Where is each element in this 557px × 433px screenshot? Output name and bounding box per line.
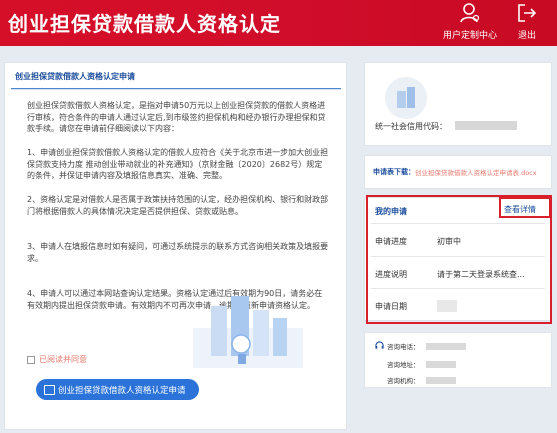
apply-button-label: 创业担保贷款借款人资格认定申请 xyxy=(58,385,186,396)
download-form-link[interactable]: 创业担保贷款借款人资格认定申请表.docx xyxy=(415,167,537,177)
agree-label: 已阅读并同意 xyxy=(39,355,87,364)
company-avatar-icon xyxy=(385,77,427,119)
apply-button[interactable]: 创业担保贷款借款人资格认定申请 xyxy=(36,379,199,400)
agree-row[interactable]: 已阅读并同意 xyxy=(27,354,87,365)
panel-title: 创业担保贷款借款人资格认定申请 xyxy=(15,72,135,81)
exit-label: 退出 xyxy=(517,31,536,41)
credit-code-label: 统一社会信用代码： xyxy=(375,122,447,131)
exit-button[interactable]: 退出 xyxy=(510,2,544,44)
contact-org-label: 咨询机构： xyxy=(387,377,420,385)
contact-org: 咨询机构： xyxy=(387,375,456,385)
page-title: 创业担保贷款借款人资格认定 xyxy=(8,12,281,36)
user-center-button[interactable]: 用户定制中心 xyxy=(436,2,504,44)
highlight-box-detail xyxy=(499,197,551,218)
contact-phone-value xyxy=(425,342,466,350)
intro-paragraph: 创业担保贷款借款人资格认定，是指对申请50万元以上创业担保贷款的借款人资格进行审… xyxy=(27,101,326,133)
download-panel: 申请表下载： 创业担保贷款借款人资格认定申请表.docx xyxy=(364,155,552,189)
contact-address-value xyxy=(425,360,456,368)
app-header: 创业担保贷款借款人资格认定 用户定制中心 退出 xyxy=(0,0,557,46)
credit-code-value xyxy=(455,121,517,130)
rule-1: 1、申请创业担保贷款借款人资格认定的借款人应符合《关于北京市进一步加大创业担保贷… xyxy=(27,148,329,180)
company-panel: 统一社会信用代码： xyxy=(364,62,552,146)
download-label: 申请表下载： xyxy=(373,168,415,176)
title-divider-shadow xyxy=(11,89,341,90)
contact-address: 咨询地址： xyxy=(387,359,456,369)
contact-org-value xyxy=(425,376,456,384)
application-info-panel: 创业担保贷款借款人资格认定申请 创业担保贷款借款人资格认定，是指对申请50万元以… xyxy=(4,62,347,430)
contact-panel: 咨询电话： 咨询地址： 咨询机构： xyxy=(364,332,552,388)
user-center-label: 用户定制中心 xyxy=(442,31,497,41)
rule-2: 2、资格认定是对借款人是否属于政策扶持范围的认定，经办担保机构、银行和财政部门将… xyxy=(27,195,329,216)
rule-3: 3、申请人在填报信息时如有疑问，可通过系统提示的联系方式咨询相关政策及填报要求。 xyxy=(27,242,329,263)
contact-phone-label: 咨询电话： xyxy=(387,343,420,351)
contact-phone: 咨询电话： xyxy=(387,341,466,351)
user-settings-icon xyxy=(460,3,480,23)
form-icon xyxy=(44,384,55,395)
agree-checkbox[interactable] xyxy=(27,355,35,364)
city-illustration xyxy=(193,296,303,368)
logout-icon xyxy=(518,4,537,22)
contact-address-label: 咨询地址： xyxy=(387,361,420,369)
headset-icon xyxy=(375,341,384,349)
